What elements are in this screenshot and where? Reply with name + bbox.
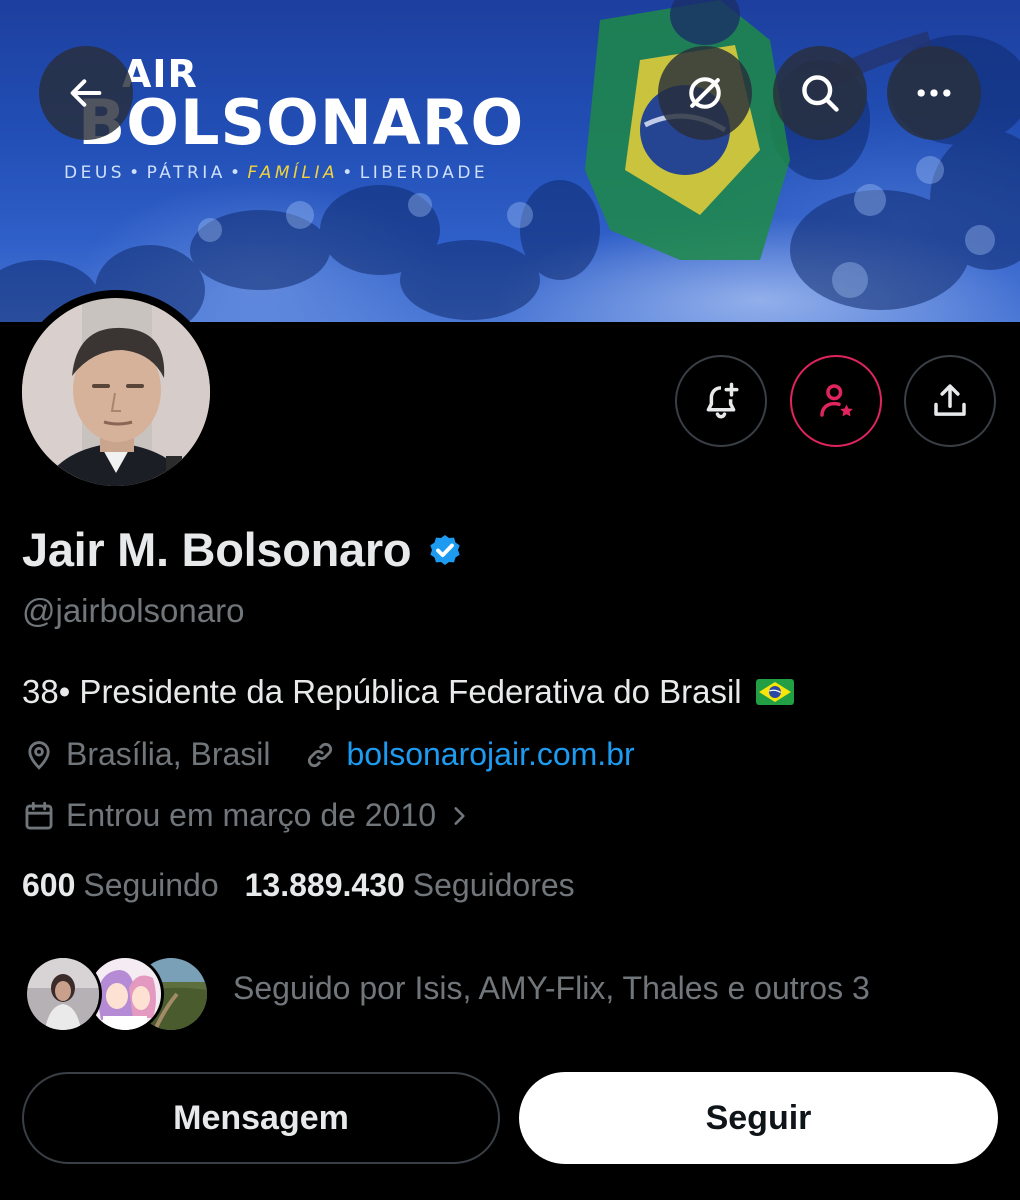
tagline-liberdade: LIBERDADE [359,163,489,183]
back-button[interactable] [39,46,133,140]
calendar-icon [22,799,56,833]
followed-by-text[interactable]: Seguido por Isis, AMY-Flix, Thales e out… [233,970,870,1007]
followers-stat[interactable]: 13.889.430 Seguidores [245,867,575,904]
follow-counts: 600 Seguindo 13.889.430 Seguidores [22,867,601,904]
more-horizontal-icon [917,89,951,97]
subscribe-button[interactable] [790,355,882,447]
tagline-dot: • [229,163,244,183]
profile-banner[interactable]: AIR BOLSONARO DEUS • PÁTRIA • FAMÍLIA • LIBERD… [0,0,1020,322]
tagline-dot: • [342,163,356,183]
tagline-deus: DEUS [64,163,126,183]
notify-button[interactable] [675,355,767,447]
profile-bio: 38• Presidente da República Federativa d… [22,673,794,711]
profile-meta-joined[interactable]: Entrou em março de 2010 [22,797,482,834]
search-button[interactable] [773,46,867,140]
tagline-patria: PÁTRIA [146,163,226,183]
translate-off-icon [689,77,721,109]
tagline-dot: • [129,163,143,183]
following-label: Seguindo [83,867,219,903]
banner-crowd-image [0,0,1020,322]
followers-label: Seguidores [412,867,575,903]
share-button[interactable] [904,355,996,447]
banner-tagline: DEUS • PÁTRIA • FAMÍLIA • LIBERDADE [64,163,488,183]
follower-avatar-photo [27,958,99,1030]
profile-name-row: Jair M. Bolsonaro [22,522,465,577]
following-stat[interactable]: 600 Seguindo [22,867,219,904]
bell-plus-icon [706,382,739,419]
more-button[interactable] [887,46,981,140]
chevron-right-icon [446,801,472,831]
link-icon [303,738,337,772]
search-icon [802,75,839,112]
avatar-photo [22,298,210,486]
profile-meta-location-website: Brasília, Brasil bolsonarojair.com.br [22,736,635,773]
share-icon [934,384,966,416]
verified-check-icon [430,534,460,565]
tagline-familia: FAMÍLIA [247,163,339,183]
profile-avatar[interactable] [22,298,210,486]
location-pin-icon [22,738,56,772]
profile-handle: @jairbolsonaro [22,592,245,629]
joined-text: Entrou em março de 2010 [66,797,436,833]
translate-button[interactable] [658,46,752,140]
bio-text: 38• Presidente da República Federativa d… [22,673,742,710]
verified-badge[interactable] [425,530,465,570]
brazil-flag-icon [755,679,794,705]
arrow-left-icon [70,79,102,107]
follower-avatar[interactable] [24,955,102,1033]
website-link[interactable]: bolsonarojair.com.br [347,736,635,773]
banner-title-big: BOLSONARO [78,86,525,159]
followers-count: 13.889.430 [244,867,405,903]
display-name: Jair M. Bolsonaro [22,523,412,576]
location-text: Brasília, Brasil [66,736,271,772]
follow-button[interactable]: Seguir [519,1072,998,1164]
message-button[interactable]: Mensagem [22,1072,500,1164]
person-star-icon [820,384,853,417]
following-count: 600 [22,867,76,903]
